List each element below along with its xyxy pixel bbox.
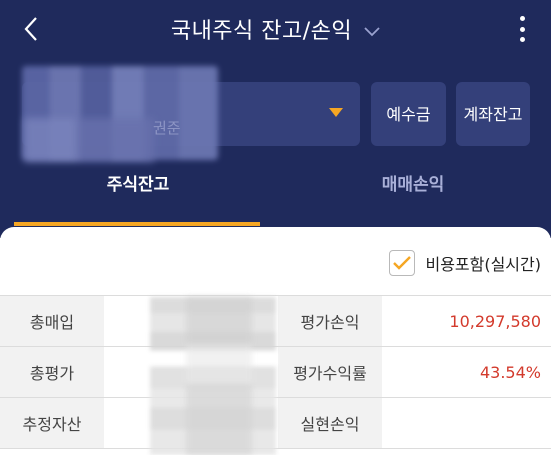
chevron-down-icon bbox=[364, 27, 380, 37]
include-fees-label: 비용포함(실시간) bbox=[425, 255, 541, 274]
tab-stock-balance[interactable]: 주식잔고 bbox=[6, 170, 270, 214]
account-balance-label-1: 계좌 bbox=[463, 104, 493, 124]
estimated-assets-label: 추정자산 bbox=[0, 397, 104, 449]
caret-down-icon[interactable] bbox=[329, 108, 343, 117]
app-header: 국내주식 잔고/손익 bbox=[0, 0, 551, 58]
include-fees-checkbox[interactable] bbox=[389, 250, 416, 276]
account-balance-button[interactable]: 계좌 잔고 bbox=[456, 82, 530, 146]
page-title: 국내주식 잔고/손익 bbox=[170, 19, 353, 44]
realized-profit-value bbox=[382, 397, 551, 449]
total-eval-label: 총평가 bbox=[0, 346, 104, 398]
redacted-values-overlay bbox=[186, 297, 252, 455]
tab-trade-profit[interactable]: 매매손익 bbox=[281, 170, 545, 214]
more-vertical-icon[interactable] bbox=[515, 14, 529, 44]
eval-profit-label: 평가손익 bbox=[278, 295, 382, 347]
account-balance-label-2: 잔고 bbox=[493, 104, 523, 124]
include-fees-option[interactable]: 비용포함(실시간) bbox=[389, 248, 541, 278]
total-purchase-label: 총매입 bbox=[0, 295, 104, 347]
eval-profit-value: 10,297,580 bbox=[382, 295, 551, 347]
tab-active-indicator bbox=[14, 222, 260, 226]
title-dropdown[interactable]: 국내주식 잔고/손익 bbox=[0, 12, 551, 46]
realized-profit-label: 실현손익 bbox=[278, 397, 382, 449]
eval-return-label: 평가수익률 bbox=[278, 346, 382, 398]
deposit-button[interactable]: 예수금 bbox=[371, 82, 446, 146]
eval-return-value: 43.54% bbox=[382, 346, 551, 398]
account-name-redacted bbox=[24, 118, 154, 162]
account-owner-name: 권준 bbox=[153, 119, 181, 137]
checkmark-icon bbox=[393, 256, 412, 270]
